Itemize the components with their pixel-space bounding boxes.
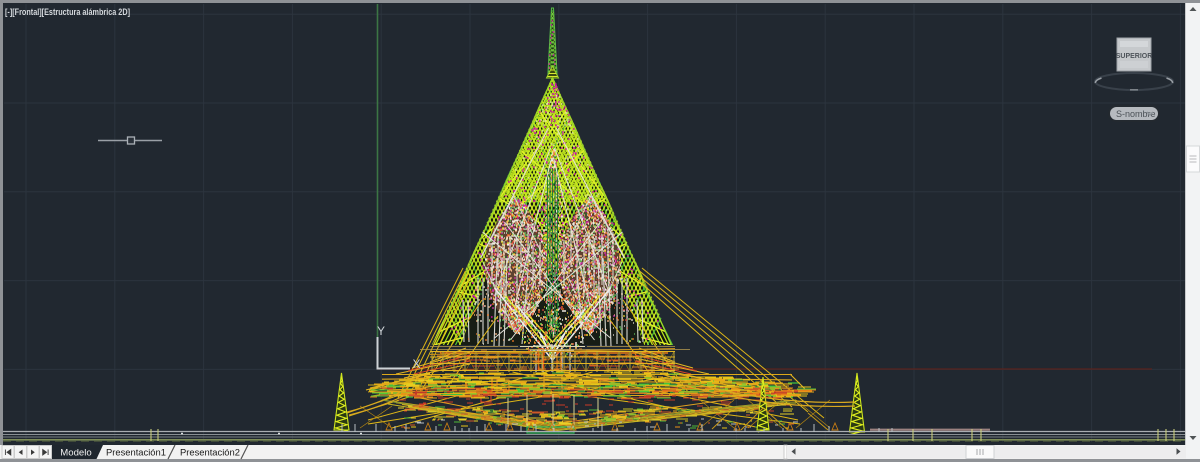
svg-text:X: X [412, 357, 420, 371]
svg-text:SUPERIOR: SUPERIOR [1116, 53, 1153, 60]
svg-text:Presentación2: Presentación2 [180, 447, 240, 458]
svg-text:Y: Y [377, 324, 385, 338]
svg-text:[-][Frontal][Estructura alámbr: [-][Frontal][Estructura alámbrica 2D] [5, 7, 130, 18]
svg-text:Presentación1: Presentación1 [106, 447, 166, 458]
svg-text:Modelo: Modelo [60, 448, 91, 459]
